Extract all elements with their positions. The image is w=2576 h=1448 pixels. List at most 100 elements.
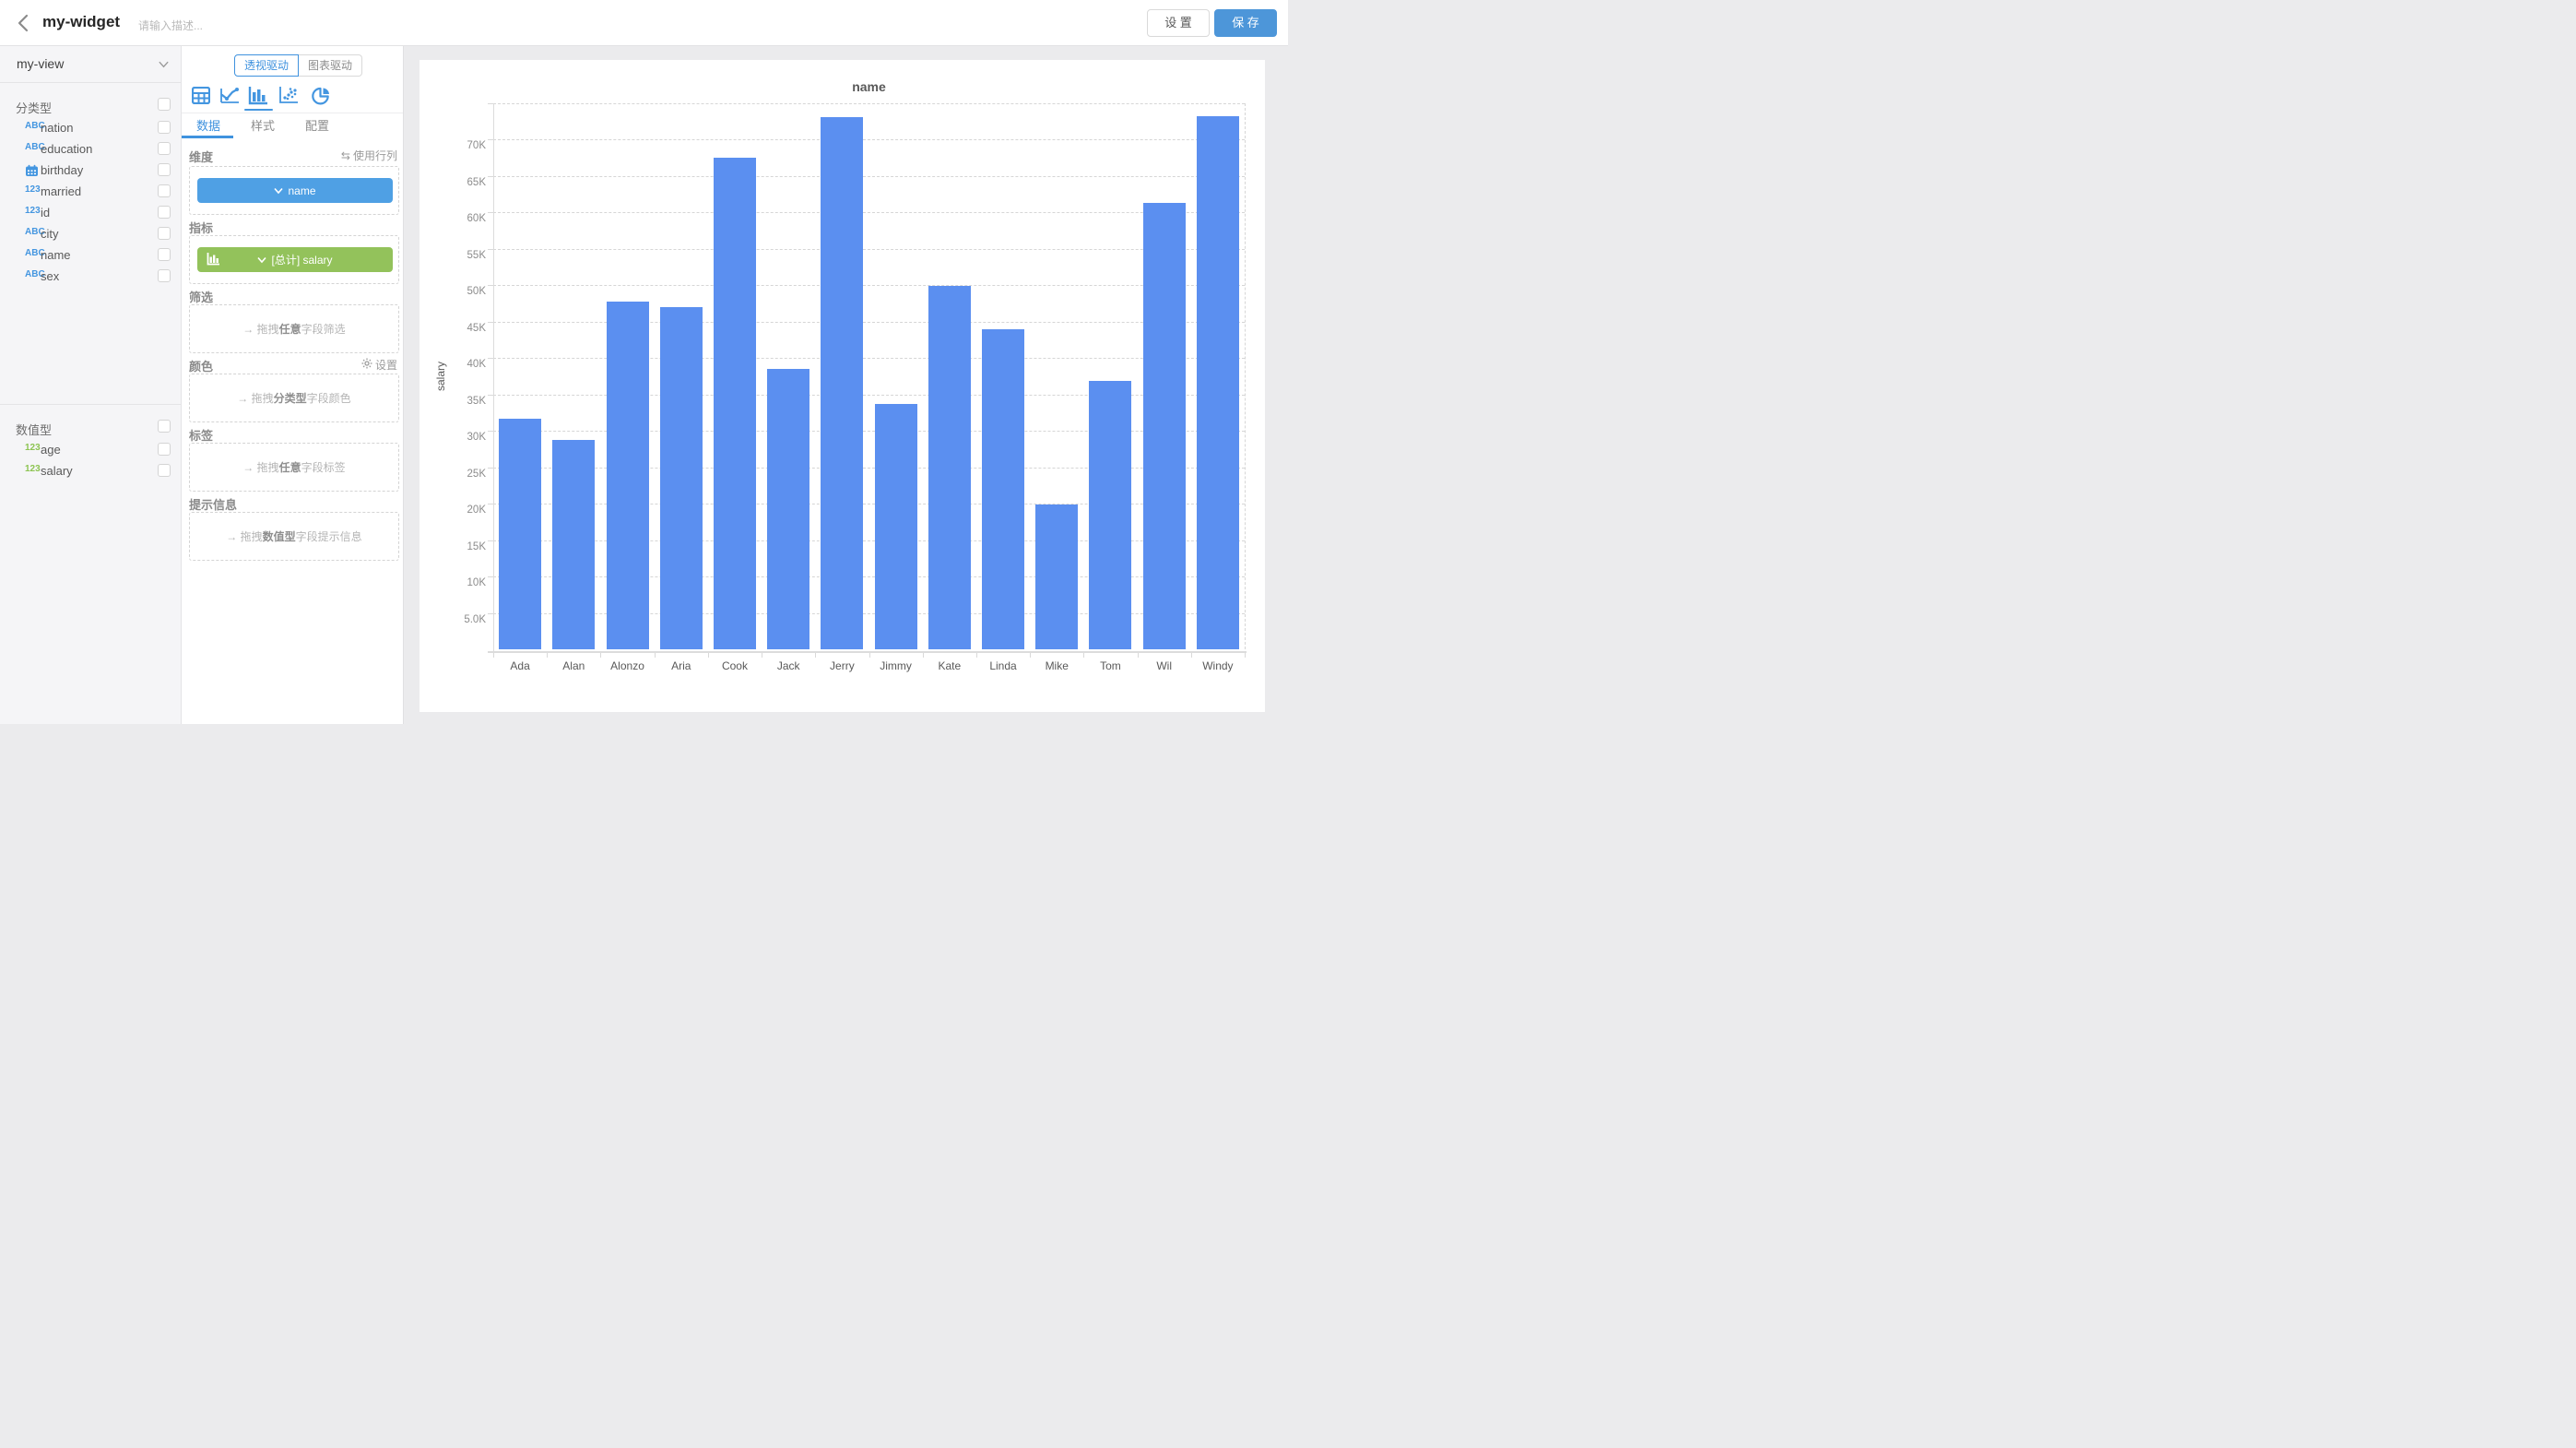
y-tick-label: 55K xyxy=(431,249,486,262)
tag-dropzone[interactable]: → 拖拽任意字段标签 xyxy=(189,443,399,492)
field-row-nation[interactable]: ABC nation xyxy=(0,117,181,138)
scatter-chart-icon[interactable] xyxy=(278,87,299,105)
x-axis-tick xyxy=(1138,653,1139,658)
bar-Cook[interactable] xyxy=(714,158,756,649)
x-axis-tick xyxy=(1083,653,1084,658)
bar-Alonzo[interactable] xyxy=(607,302,649,649)
field-row-id[interactable]: 123 id xyxy=(0,202,181,223)
chart-preview-card: name salary 5.0K10K15K20K25K30K35K40K45K… xyxy=(419,60,1265,712)
field-sidebar: my-view 分类型 ABC nation ABC education bir… xyxy=(0,46,182,724)
x-axis-tick xyxy=(547,653,548,658)
field-row-education[interactable]: ABC education xyxy=(0,138,181,160)
bar-Tom[interactable] xyxy=(1089,381,1131,649)
widget-editor-app: my-widget 请输入描述... 设 置 保 存 my-view 分类型 A… xyxy=(0,0,1288,724)
x-axis-tick xyxy=(815,653,816,658)
x-tick-label: Windy xyxy=(1191,659,1245,672)
view-name: my-view xyxy=(17,56,64,71)
line-chart-icon[interactable] xyxy=(219,87,240,105)
field-label: birthday xyxy=(41,163,83,177)
dimension-pill-name[interactable]: name xyxy=(197,178,393,203)
color-settings-action[interactable]: 设置 xyxy=(361,357,397,373)
field-row-birthday[interactable]: birthday xyxy=(0,160,181,181)
field-row-name[interactable]: ABC name xyxy=(0,244,181,266)
y-tick-label: 35K xyxy=(431,395,486,408)
bar-Ada[interactable] xyxy=(499,419,541,649)
field-checkbox[interactable] xyxy=(158,443,171,456)
y-gridline xyxy=(493,212,1245,213)
bar-Aria[interactable] xyxy=(660,307,703,649)
numeric-field-list: 123 age 123 salary xyxy=(0,439,181,481)
y-gridline xyxy=(493,139,1245,140)
field-checkbox[interactable] xyxy=(158,464,171,477)
tab-config[interactable]: 配置 xyxy=(305,116,329,134)
chart-type-row xyxy=(182,85,403,109)
settings-button[interactable]: 设 置 xyxy=(1147,9,1210,37)
bar-Alan[interactable] xyxy=(552,440,595,649)
x-tick-label: Linda xyxy=(976,659,1030,672)
bar-Kate[interactable] xyxy=(928,286,971,649)
x-axis-tick xyxy=(1191,653,1192,658)
pivot-driven-tab[interactable]: 透视驱动 xyxy=(234,54,299,77)
field-checkbox[interactable] xyxy=(158,163,171,176)
pie-chart-icon[interactable] xyxy=(312,87,332,105)
use-rowcol-action[interactable]: ⇆ 使用行列 xyxy=(341,148,397,163)
back-button[interactable] xyxy=(13,12,35,34)
metric-dropzone[interactable]: [总计] salary xyxy=(189,235,399,284)
field-checkbox[interactable] xyxy=(158,248,171,261)
bar-Jerry[interactable] xyxy=(821,117,863,649)
categorical-field-list: ABC nation ABC education birthday 123 ma… xyxy=(0,117,181,287)
chart-driven-tab[interactable]: 图表驱动 xyxy=(299,54,362,77)
field-label: married xyxy=(41,184,81,198)
x-tick-label: Ada xyxy=(493,659,547,672)
tooltip-label: 提示信息 xyxy=(189,495,237,513)
field-row-city[interactable]: ABC city xyxy=(0,223,181,244)
y-gridline xyxy=(493,249,1245,250)
field-checkbox[interactable] xyxy=(158,121,171,134)
table-chart-icon[interactable] xyxy=(192,87,212,105)
x-tick-label: Aria xyxy=(655,659,708,672)
bar-Jack[interactable] xyxy=(767,369,809,649)
field-label: id xyxy=(41,206,50,220)
tooltip-hint: → 拖拽数值型字段提示信息 xyxy=(226,528,361,544)
numeric-select-all-checkbox[interactable] xyxy=(158,420,171,433)
save-button[interactable]: 保 存 xyxy=(1214,9,1277,37)
bar-Windy[interactable] xyxy=(1197,116,1239,649)
color-dropzone[interactable]: → 拖拽分类型字段颜色 xyxy=(189,374,399,422)
description-input[interactable]: 请输入描述... xyxy=(138,18,203,33)
header-bar: my-widget 请输入描述... 设 置 保 存 xyxy=(0,0,1288,46)
x-tick-label: Kate xyxy=(923,659,976,672)
bar-chart-icon[interactable] xyxy=(248,87,268,105)
x-tick-label: Jerry xyxy=(815,659,869,672)
tab-style[interactable]: 样式 xyxy=(251,116,275,134)
field-checkbox[interactable] xyxy=(158,269,171,282)
field-row-salary[interactable]: 123 salary xyxy=(0,460,181,481)
tooltip-dropzone[interactable]: → 拖拽数值型字段提示信息 xyxy=(189,512,399,561)
metric-pill-salary[interactable]: [总计] salary xyxy=(197,247,393,272)
field-row-sex[interactable]: ABC sex xyxy=(0,266,181,287)
bar-Wil[interactable] xyxy=(1143,203,1186,649)
tag-hint: → 拖拽任意字段标签 xyxy=(242,459,345,475)
x-tick-label: Tom xyxy=(1083,659,1137,672)
bar-Mike[interactable] xyxy=(1035,504,1078,649)
bar-Linda[interactable] xyxy=(982,329,1024,649)
bar-Jimmy[interactable] xyxy=(875,404,917,649)
field-checkbox[interactable] xyxy=(158,184,171,197)
field-checkbox[interactable] xyxy=(158,227,171,240)
categorical-select-all-checkbox[interactable] xyxy=(158,98,171,111)
field-row-married[interactable]: 123 married xyxy=(0,181,181,202)
field-row-age[interactable]: 123 age xyxy=(0,439,181,460)
numeric-section-header: 数值型 xyxy=(0,417,181,439)
y-tick-label: 45K xyxy=(431,322,486,335)
field-checkbox[interactable] xyxy=(158,206,171,219)
y-gridline xyxy=(493,103,1245,104)
field-checkbox[interactable] xyxy=(158,142,171,155)
field-label: salary xyxy=(41,464,73,478)
numeric-section: 数值型 123 age 123 salary xyxy=(0,404,181,481)
y-tick-label: 20K xyxy=(431,504,486,516)
field-label: education xyxy=(41,142,92,156)
filter-dropzone[interactable]: → 拖拽任意字段筛选 xyxy=(189,304,399,353)
view-selector[interactable]: my-view xyxy=(0,46,181,83)
tab-data[interactable]: 数据 xyxy=(196,116,220,134)
dimension-dropzone[interactable]: name xyxy=(189,166,399,215)
y-tick-label: 25K xyxy=(431,468,486,481)
